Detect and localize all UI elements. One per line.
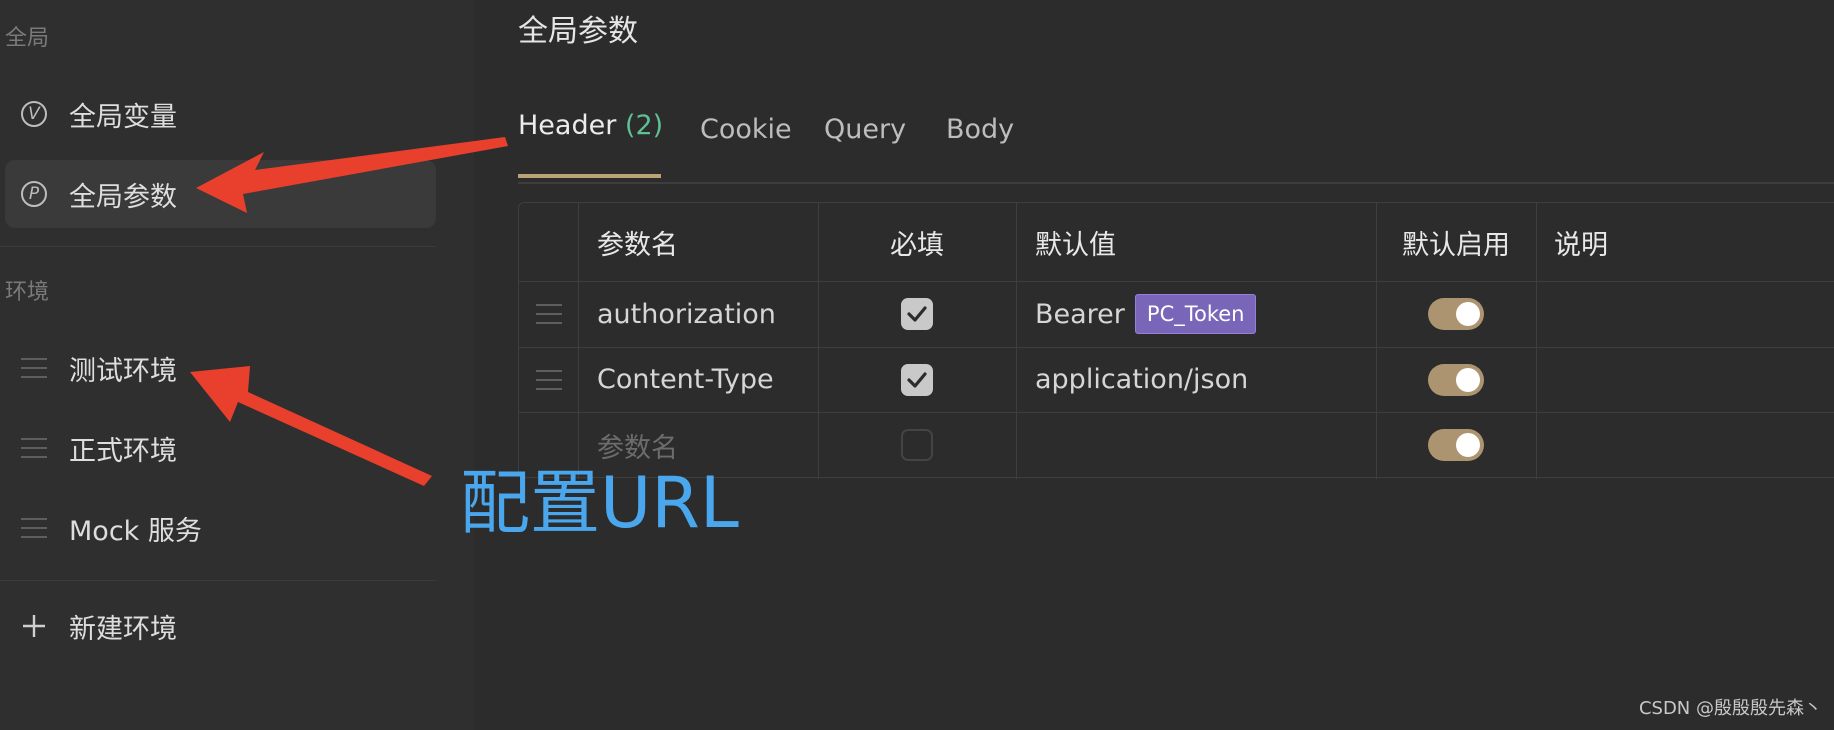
section-title-environments: 环境: [5, 280, 50, 305]
column-header-enabled: 默认启用: [1402, 229, 1510, 261]
param-name-cell[interactable]: Content-Type: [597, 347, 774, 412]
sidebar-item-label: Mock 服务: [69, 515, 202, 547]
default-value-cell[interactable]: application/json: [1035, 347, 1248, 412]
params-table: 参数名 必填 默认值 默认启用 说明 authorization Bearer …: [518, 202, 1834, 479]
sidebar-item-label: 全局参数: [69, 181, 177, 213]
required-checkbox[interactable]: [818, 347, 1016, 412]
toggle-switch[interactable]: [1428, 363, 1484, 396]
sidebar-item-test-env[interactable]: 测试环境: [5, 334, 436, 402]
annotation-label: 配置URL: [460, 462, 739, 544]
enabled-toggle[interactable]: [1376, 347, 1536, 412]
sidebar-item-label: 正式环境: [69, 435, 177, 467]
circle-p-icon: P: [19, 179, 49, 209]
page-title: 全局参数: [518, 14, 638, 49]
main-panel: 全局参数 Header (2) Cookie Query Body 参数名 必填: [474, 0, 1834, 730]
menu-lines-icon[interactable]: [19, 513, 49, 543]
plus-icon: [19, 611, 49, 641]
sidebar-divider: [0, 246, 436, 247]
sidebar-item-prod-env[interactable]: 正式环境: [5, 414, 436, 482]
required-checkbox[interactable]: [818, 281, 1016, 347]
tab-header[interactable]: Header (2): [518, 110, 664, 178]
enabled-toggle[interactable]: [1376, 412, 1536, 478]
checkmark-icon: [901, 363, 933, 396]
toggle-switch[interactable]: [1428, 429, 1484, 461]
column-header-default: 默认值: [1035, 229, 1116, 261]
tab-query[interactable]: Query: [824, 114, 906, 180]
sidebar-item-label: 全局变量: [69, 101, 177, 133]
column-divider: [1536, 203, 1537, 479]
tab-body[interactable]: Body: [946, 114, 1014, 180]
section-title-global: 全局: [5, 26, 50, 51]
sidebar-item-global-params[interactable]: P 全局参数: [5, 160, 436, 228]
required-checkbox[interactable]: [818, 412, 1016, 478]
column-header-description: 说明: [1554, 229, 1608, 261]
variable-chip[interactable]: PC_Token: [1134, 294, 1257, 334]
watermark: CSDN @殷殷殷先森丶: [1638, 698, 1822, 719]
new-environment-button[interactable]: 新建环境: [5, 592, 436, 660]
new-environment-label: 新建环境: [69, 613, 177, 645]
sidebar-divider: [0, 580, 436, 581]
column-divider: [578, 203, 579, 479]
default-value-cell[interactable]: Bearer PC_Token: [1035, 281, 1257, 347]
circle-v-icon: V: [19, 99, 49, 129]
tab-cookie[interactable]: Cookie: [700, 114, 792, 180]
app-window: 全局 V 全局变量 P 全局参数 环境 测试环境 正式环境 Mock 服务 新建…: [0, 0, 1834, 730]
enabled-toggle[interactable]: [1376, 281, 1536, 347]
sidebar-item-mock-service[interactable]: Mock 服务: [5, 494, 436, 562]
column-header-required: 必填: [890, 229, 944, 261]
column-divider: [1016, 203, 1017, 479]
empty-checkbox-icon: [901, 429, 933, 461]
column-header-name: 参数名: [597, 229, 678, 261]
tab-count-badge: (2): [624, 110, 664, 141]
sidebar-item-label: 测试环境: [69, 355, 177, 387]
sidebar-item-global-variables[interactable]: V 全局变量: [5, 80, 436, 148]
default-value-cell[interactable]: [1035, 412, 1355, 478]
sidebar: 全局 V 全局变量 P 全局参数 环境 测试环境 正式环境 Mock 服务 新建…: [0, 0, 474, 730]
active-tab-indicator: [518, 174, 661, 178]
drag-handle-icon[interactable]: [519, 347, 578, 412]
tab-bar: Header (2) Cookie Query Body: [518, 110, 1834, 184]
param-name-cell[interactable]: authorization: [597, 281, 776, 347]
menu-lines-icon[interactable]: [19, 433, 49, 463]
toggle-switch[interactable]: [1428, 298, 1484, 330]
drag-handle-icon[interactable]: [519, 281, 578, 347]
checkmark-icon: [901, 298, 933, 330]
menu-lines-icon[interactable]: [19, 353, 49, 383]
